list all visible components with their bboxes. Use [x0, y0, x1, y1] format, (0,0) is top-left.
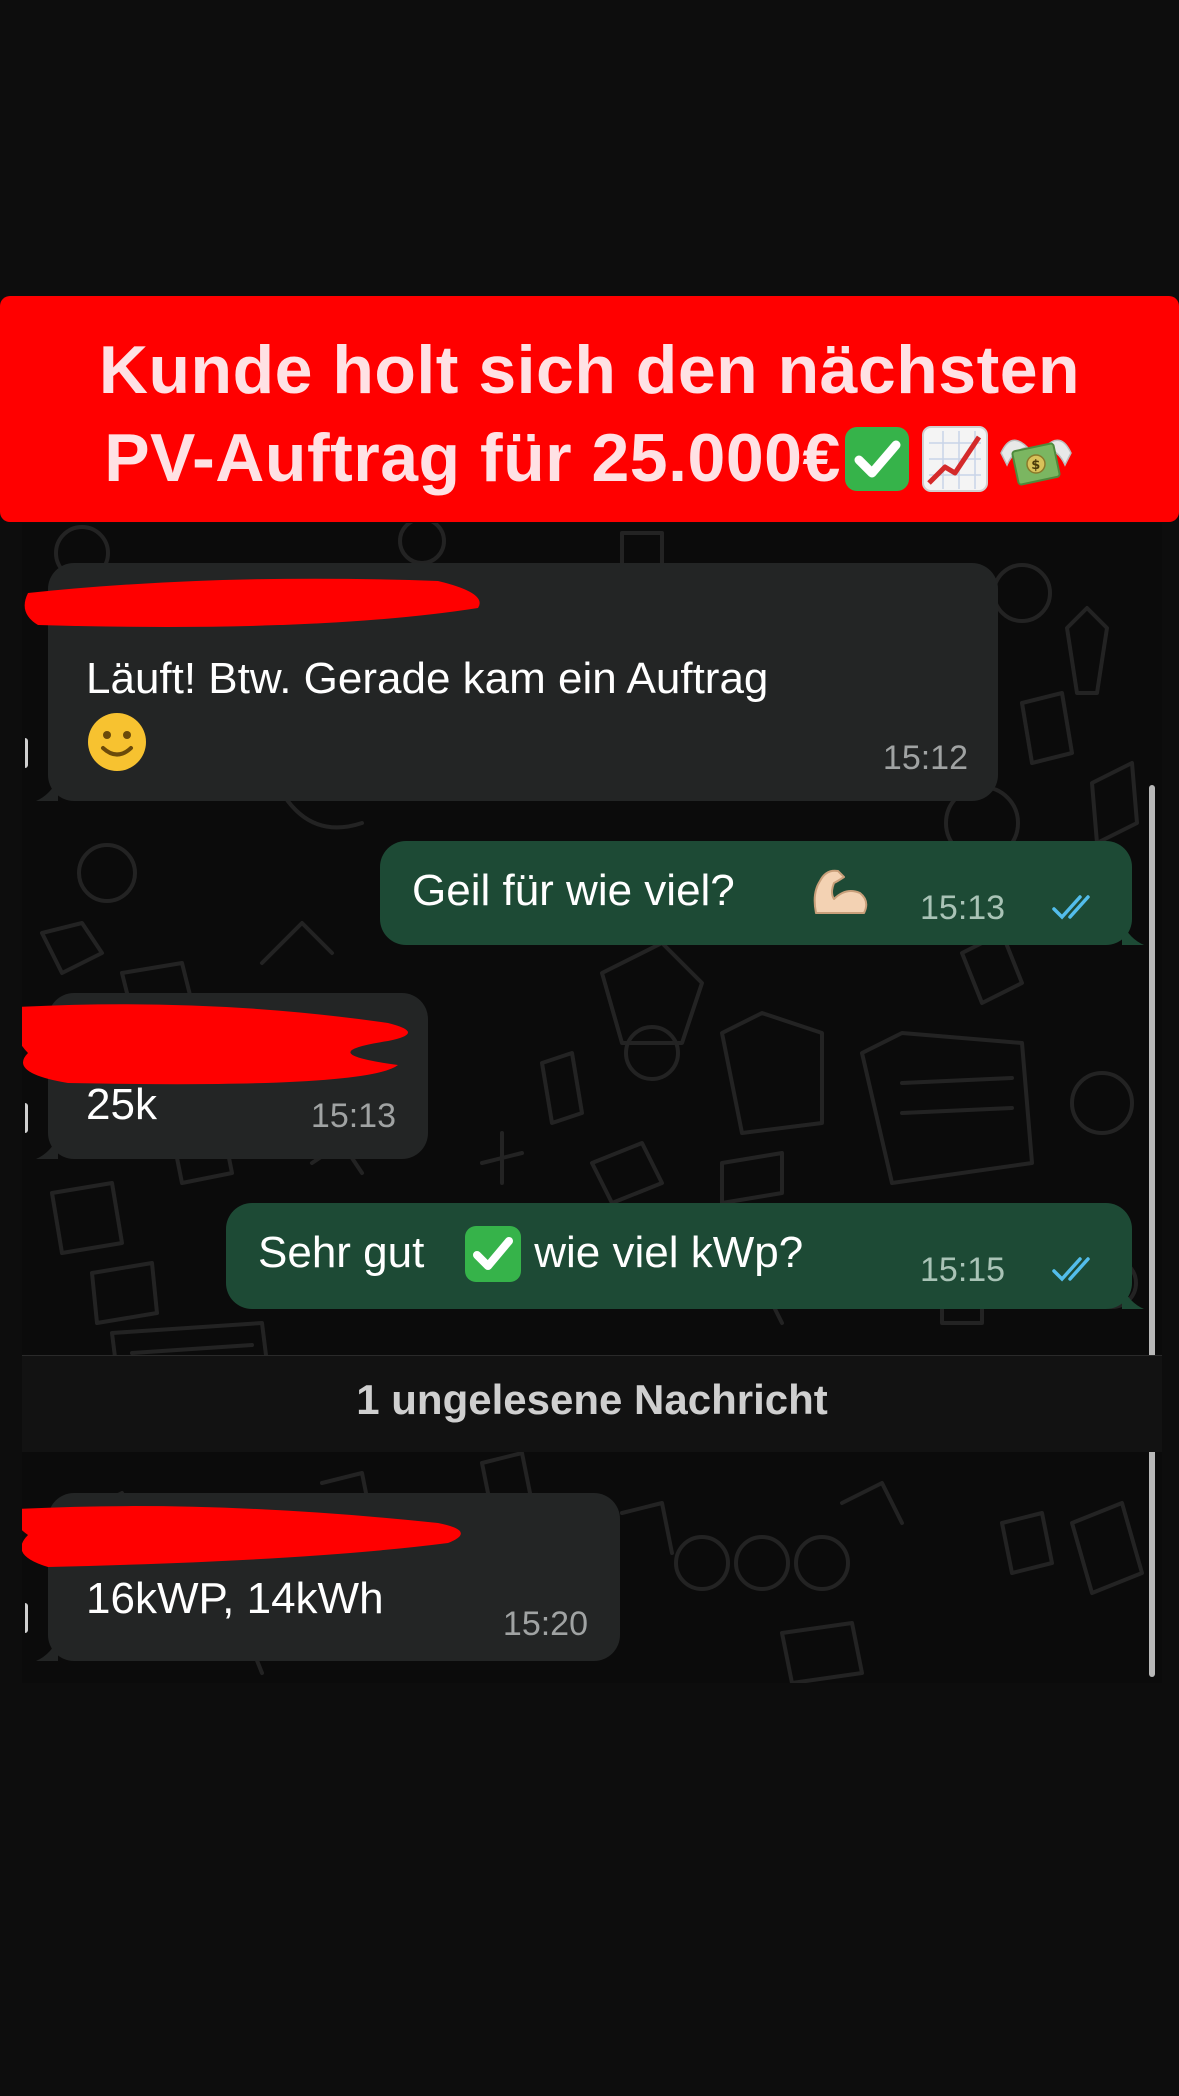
reply-indicator-icon	[22, 1103, 28, 1133]
reply-indicator-icon	[22, 1603, 28, 1633]
message-time: 15:13	[920, 889, 1006, 927]
sender-name-redaction	[22, 1506, 461, 1567]
message-text: 25k	[86, 1080, 157, 1129]
unread-divider-label: 1 ungelesene Nachricht	[356, 1376, 828, 1423]
caption-line-2-text: PV-Auftrag für 25.000€	[104, 420, 841, 496]
caption-banner: Kunde holt sich den nächsten PV-Auftrag …	[0, 296, 1179, 522]
read-receipt-icon	[1052, 895, 1090, 920]
slightly-smiling-face-emoji	[86, 711, 148, 773]
sender-name-redaction	[24, 578, 480, 627]
message-text-before-emoji: Sehr gut	[258, 1228, 425, 1277]
message-text: Läuft! Btw. Gerade kam ein Auftrag	[86, 654, 769, 703]
unread-divider: 1 ungelesene Nachricht	[22, 1355, 1162, 1452]
bubble-tail	[1122, 1287, 1144, 1309]
svg-text:$: $	[1031, 458, 1041, 473]
read-receipt-icon	[1052, 1257, 1090, 1282]
chart-increasing-emoji	[919, 423, 991, 495]
message-time: 15:15	[920, 1251, 1006, 1289]
check-mark-emoji	[841, 423, 913, 495]
check-mark-emoji	[462, 1223, 524, 1285]
bubble-tail	[36, 1137, 58, 1159]
message-text: 16kWP, 14kWh	[86, 1574, 384, 1623]
scrollbar[interactable]	[1149, 785, 1155, 1677]
bubble-tail	[36, 779, 58, 801]
screenshot: Kunde holt sich den nächsten PV-Auftrag …	[0, 0, 1179, 2096]
caption-line-1: Kunde holt sich den nächsten	[98, 332, 1081, 408]
incoming-message[interactable]: 25k 15:13	[22, 993, 428, 1159]
message-time: 15:20	[502, 1605, 588, 1643]
chat-view[interactable]: Läuft! Btw. Gerade kam ein Auftrag 15:12…	[22, 523, 1162, 1683]
message-text: Geil für wie viel?	[412, 866, 735, 915]
outgoing-message[interactable]: Geil für wie viel? 15:13	[380, 841, 1144, 945]
incoming-message[interactable]: Läuft! Btw. Gerade kam ein Auftrag 15:12	[24, 563, 998, 801]
bubble-tail	[1122, 923, 1144, 945]
sender-name-redaction	[22, 1004, 408, 1085]
reply-indicator-icon	[22, 738, 28, 768]
bubble-tail	[36, 1639, 58, 1661]
caption-line-2: PV-Auftrag für 25.000€ $	[0, 414, 1179, 502]
outgoing-message[interactable]: Sehr gut wie viel kWp? 15:15	[226, 1203, 1144, 1309]
message-time: 15:13	[310, 1097, 396, 1135]
message-text-after-emoji: wie viel kWp?	[522, 1228, 804, 1277]
message-time: 15:12	[882, 739, 968, 777]
money-with-wings-emoji: $	[997, 423, 1075, 495]
flexed-biceps-emoji	[808, 863, 872, 921]
incoming-message[interactable]: 16kWP, 14kWh 15:20	[22, 1493, 620, 1661]
